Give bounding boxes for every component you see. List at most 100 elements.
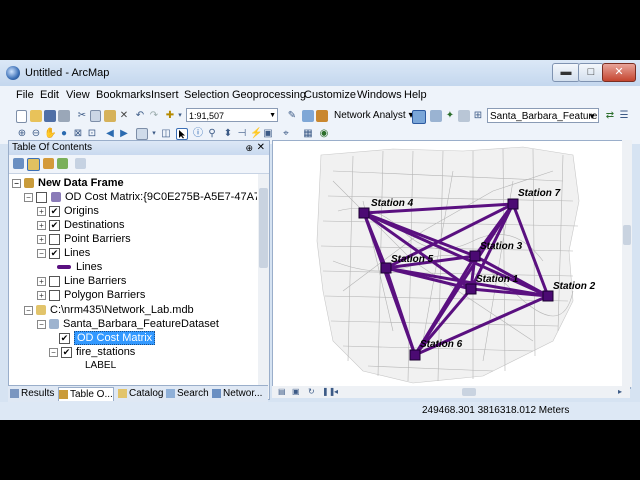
network-analyst-menu[interactable]: Network Analyst ▾ <box>334 110 414 121</box>
minimize-button[interactable]: ▬ <box>552 63 580 82</box>
network-layer-dropdown[interactable]: Santa_Barbara_Feature ▼ <box>487 108 599 123</box>
refresh-icon[interactable]: ↻ <box>308 387 315 396</box>
time-slider-icon[interactable]: ⌖ <box>280 128 292 140</box>
menu-help[interactable]: Help <box>404 89 427 101</box>
layer-checkbox[interactable] <box>49 289 60 301</box>
station-2-marker[interactable] <box>542 290 554 302</box>
collapse-icon[interactable]: − <box>24 305 33 315</box>
select-network-location-icon[interactable] <box>458 110 470 122</box>
network-analyst-window-icon[interactable] <box>412 110 426 124</box>
tab-search[interactable]: Search <box>166 387 209 400</box>
menu-customize[interactable]: Customize <box>304 89 356 101</box>
measure-icon[interactable]: ⊣ <box>236 128 248 140</box>
tab-catalog[interactable]: Catalog <box>118 387 163 400</box>
pin-icon[interactable]: ⊕ <box>245 141 253 155</box>
delete-icon[interactable]: ✕ <box>118 110 130 122</box>
toc-scroll-thumb[interactable] <box>259 188 268 268</box>
full-extent-icon[interactable]: ● <box>58 128 70 140</box>
collapse-icon[interactable]: − <box>37 248 46 258</box>
layer-checkbox[interactable]: ✔ <box>49 247 60 259</box>
map-display[interactable]: Station 4 Station 7 Station 3 Station 5 … <box>272 140 631 389</box>
toc-polygon-barriers[interactable]: + Polygon Barriers <box>37 288 145 302</box>
menu-file[interactable]: File <box>16 89 34 101</box>
toc-geodatabase[interactable]: − C:\nrm435\Network_Lab.mdb <box>24 303 194 317</box>
print-icon[interactable] <box>58 110 70 122</box>
find-route-icon[interactable]: ⬍ <box>222 128 234 140</box>
layer-checkbox[interactable]: ✔ <box>49 205 60 217</box>
toc-options-icon[interactable] <box>75 158 86 169</box>
paste-icon[interactable] <box>104 110 116 122</box>
map-scale-input[interactable]: 1:91,507 ▼ <box>186 108 278 122</box>
toc-fire-stations[interactable]: − ✔ fire_stations <box>49 345 135 359</box>
layer-checkbox[interactable] <box>49 275 60 287</box>
toc-point-barriers[interactable]: + Point Barriers <box>37 232 131 246</box>
collapse-icon[interactable]: − <box>24 192 33 202</box>
expand-icon[interactable]: + <box>37 206 46 216</box>
layer-checkbox[interactable] <box>49 233 60 245</box>
hyperlink-icon[interactable]: ⚡ <box>250 128 262 140</box>
toc-scrollbar[interactable] <box>258 174 269 399</box>
collapse-icon[interactable]: − <box>37 319 46 329</box>
cut-icon[interactable]: ✂ <box>76 110 88 122</box>
menu-bookmarks[interactable]: Bookmarks <box>96 89 151 101</box>
save-icon[interactable] <box>44 110 56 122</box>
toc-data-frame[interactable]: − New Data Frame <box>12 176 124 190</box>
expand-icon[interactable]: + <box>37 290 46 300</box>
list-by-source-icon[interactable] <box>27 158 40 171</box>
map-vertical-thumb[interactable] <box>623 225 631 245</box>
identify-route-icon[interactable]: ⇄ <box>604 110 616 122</box>
html-popup-icon[interactable]: ▣ <box>262 128 274 140</box>
expand-icon[interactable]: + <box>37 234 46 244</box>
solve-icon[interactable]: ⊞ <box>472 110 484 122</box>
station-7-marker[interactable] <box>507 198 519 210</box>
maximize-button[interactable]: □ <box>578 63 604 82</box>
zoom-in-icon[interactable]: ⊕ <box>16 128 28 140</box>
clear-selection-icon[interactable]: ◫ <box>160 128 172 140</box>
create-network-location-icon[interactable]: ✦ <box>444 110 456 122</box>
toc-origins[interactable]: + ✔ Origins <box>37 204 99 218</box>
copy-icon[interactable] <box>90 110 101 122</box>
toc-lines[interactable]: − ✔ Lines <box>37 246 90 260</box>
menu-windows[interactable]: Windows <box>357 89 402 101</box>
station-4-marker[interactable] <box>358 207 370 219</box>
station-5-marker[interactable] <box>380 262 392 274</box>
scroll-left-icon[interactable]: ◂ <box>334 387 338 396</box>
editor-toolbar-icon[interactable]: ✎ <box>286 110 298 122</box>
data-view-icon[interactable]: ▣ <box>292 387 300 396</box>
pan-icon[interactable]: ✋ <box>44 128 56 140</box>
directions-icon[interactable]: ☰ <box>618 110 630 122</box>
menu-insert[interactable]: Insert <box>151 89 179 101</box>
layout-view-icon[interactable]: ▤ <box>278 387 286 396</box>
new-document-icon[interactable] <box>16 110 27 123</box>
list-by-selection-icon[interactable] <box>57 158 68 169</box>
toc-od-cost-matrix-layer[interactable]: − OD Cost Matrix:{9C0E275B-A5E7-47A7-8D93… <box>24 190 257 204</box>
list-by-visibility-icon[interactable] <box>43 158 54 169</box>
station-1-marker[interactable] <box>465 283 477 295</box>
layer-checkbox[interactable] <box>36 191 47 203</box>
select-dropdown-icon[interactable]: ▾ <box>148 128 160 140</box>
tab-results[interactable]: Results <box>10 387 54 400</box>
map-horizontal-thumb[interactable] <box>462 388 476 396</box>
layer-checkbox[interactable]: ✔ <box>49 219 60 231</box>
expand-icon[interactable]: + <box>37 220 46 230</box>
fixed-zoom-in-icon[interactable]: ⊠ <box>72 128 84 140</box>
add-data-dropdown-icon[interactable]: ▾ <box>174 110 186 122</box>
toc-feature-dataset[interactable]: − Santa_Barbara_FeatureDataset <box>37 317 219 331</box>
tab-table-of-contents[interactable]: Table O... <box>58 387 114 401</box>
toc-od-cost-matrix-selected[interactable]: ✔ OD Cost Matrix <box>59 331 156 345</box>
tab-network-analyst[interactable]: Networ... <box>212 387 262 400</box>
station-3-marker[interactable] <box>469 250 481 262</box>
collapse-icon[interactable]: − <box>49 347 58 357</box>
expand-icon[interactable]: + <box>37 276 46 286</box>
identify-icon[interactable]: ⓘ <box>192 128 204 140</box>
arctoolbox-icon[interactable] <box>316 110 328 122</box>
forward-extent-icon[interactable]: ▶ <box>118 128 130 140</box>
select-features-icon[interactable] <box>136 128 148 140</box>
open-folder-icon[interactable] <box>30 110 42 122</box>
zoom-out-icon[interactable]: ⊖ <box>30 128 42 140</box>
find-icon[interactable]: ⚲ <box>206 128 218 140</box>
toc-line-barriers[interactable]: + Line Barriers <box>37 274 126 288</box>
menu-view[interactable]: View <box>66 89 90 101</box>
create-viewer-icon[interactable]: ▦ <box>302 128 314 140</box>
layer-checkbox[interactable]: ✔ <box>61 346 72 358</box>
